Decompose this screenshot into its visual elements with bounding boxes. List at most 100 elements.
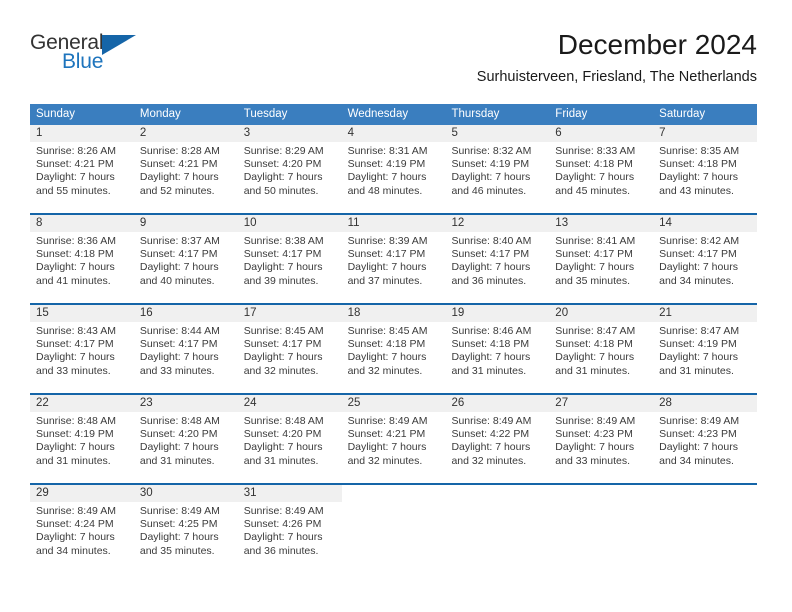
calendar-week-inner: 8 Sunrise: 8:36 AM Sunset: 4:18 PM Daylight…	[30, 215, 758, 303]
daylight-text-line2: and 32 minutes.	[347, 364, 423, 377]
daylight-text-line2: and 31 minutes.	[243, 454, 319, 467]
sunset-text: Sunset: 4:17 PM	[555, 248, 633, 261]
day-cell[interactable]: 20 Sunrise: 8:47 AM Sunset: 4:18 PM Dayligh…	[549, 305, 654, 393]
day-cell[interactable]: 1 Sunrise: 8:26 AM Sunset: 4:21 PM Daylight…	[30, 125, 134, 213]
sunrise-text: Sunrise: 8:48 AM	[243, 415, 324, 427]
day-details: Sunrise: 8:49 AM Sunset: 4:23 PM Daylight:…	[653, 412, 757, 468]
day-cell[interactable]: 7 Sunrise: 8:35 AM Sunset: 4:18 PM Daylight…	[653, 125, 758, 213]
day-cell[interactable]: 21 Sunrise: 8:47 AM Sunset: 4:19 PM Dayligh…	[653, 305, 758, 393]
day-number: 23	[133, 395, 238, 412]
sunset-text: Sunset: 4:21 PM	[347, 428, 426, 441]
sunrise-text: Sunrise: 8:47 AM	[659, 325, 740, 337]
day-details: Sunrise: 8:49 AM Sunset: 4:22 PM Daylight:…	[445, 412, 549, 468]
daylight-text-line1: Daylight: 7 hours	[36, 261, 115, 274]
sunset-text: Sunset: 4:19 PM	[347, 158, 426, 171]
day-number	[549, 485, 654, 502]
day-cell[interactable]: 23 Sunrise: 8:48 AM Sunset: 4:20 PM Dayligh…	[133, 395, 238, 483]
day-details	[653, 502, 757, 505]
daylight-text-line1: Daylight: 7 hours	[243, 531, 323, 544]
day-number: 25	[341, 395, 446, 412]
general-blue-logo[interactable]: General Blue	[30, 32, 210, 82]
day-cell[interactable]: 30 Sunrise: 8:49 AM Sunset: 4:25 PM Dayligh…	[133, 485, 238, 573]
day-number	[341, 485, 446, 502]
day-number	[653, 485, 758, 502]
day-number: 4	[341, 125, 446, 142]
daylight-text-line1: Daylight: 7 hours	[347, 441, 427, 454]
day-cell[interactable]: 3 Sunrise: 8:29 AM Sunset: 4:20 PM Daylight…	[237, 125, 342, 213]
sunset-text: Sunset: 4:17 PM	[36, 338, 114, 351]
day-cell-empty	[341, 485, 446, 573]
day-cell[interactable]: 11 Sunrise: 8:39 AM Sunset: 4:17 PM Dayligh…	[341, 215, 446, 303]
day-cell[interactable]: 27 Sunrise: 8:49 AM Sunset: 4:23 PM Dayligh…	[549, 395, 654, 483]
daylight-text-line2: and 31 minutes.	[36, 454, 111, 467]
day-cell[interactable]: 17 Sunrise: 8:45 AM Sunset: 4:17 PM Dayligh…	[237, 305, 342, 393]
day-number: 16	[133, 305, 238, 322]
calendar-week-row: 1 Sunrise: 8:26 AM Sunset: 4:21 PM Daylight…	[30, 125, 758, 213]
sunset-text: Sunset: 4:17 PM	[451, 248, 530, 261]
day-cell[interactable]: 9 Sunrise: 8:37 AM Sunset: 4:17 PM Daylight…	[133, 215, 238, 303]
day-cell[interactable]: 28 Sunrise: 8:49 AM Sunset: 4:23 PM Dayligh…	[653, 395, 758, 483]
sunrise-text: Sunrise: 8:28 AM	[139, 145, 220, 157]
daylight-text-line1: Daylight: 7 hours	[659, 261, 738, 274]
day-cell[interactable]: 26 Sunrise: 8:49 AM Sunset: 4:22 PM Dayligh…	[445, 395, 550, 483]
day-details: Sunrise: 8:48 AM Sunset: 4:19 PM Daylight:…	[30, 412, 134, 468]
day-details	[445, 502, 549, 505]
sunset-text: Sunset: 4:17 PM	[659, 248, 737, 261]
sunset-text: Sunset: 4:21 PM	[139, 158, 218, 171]
day-number: 21	[653, 305, 758, 322]
sunset-text: Sunset: 4:22 PM	[451, 428, 530, 441]
day-cell[interactable]: 25 Sunrise: 8:49 AM Sunset: 4:21 PM Dayligh…	[341, 395, 446, 483]
day-cell[interactable]: 22 Sunrise: 8:48 AM Sunset: 4:19 PM Dayligh…	[30, 395, 134, 483]
daylight-text-line2: and 43 minutes.	[659, 184, 734, 197]
day-cell[interactable]: 31 Sunrise: 8:49 AM Sunset: 4:26 PM Dayligh…	[237, 485, 342, 573]
day-number: 19	[445, 305, 550, 322]
day-cell[interactable]: 19 Sunrise: 8:46 AM Sunset: 4:18 PM Dayligh…	[445, 305, 550, 393]
day-number: 10	[237, 215, 342, 232]
title-block: December 2024 Surhuisterveen, Friesland,…	[477, 28, 757, 86]
daylight-text-line2: and 31 minutes.	[451, 364, 527, 377]
sunset-text: Sunset: 4:18 PM	[659, 158, 737, 171]
day-number: 27	[549, 395, 654, 412]
day-number: 12	[445, 215, 550, 232]
day-cell[interactable]: 10 Sunrise: 8:38 AM Sunset: 4:17 PM Dayligh…	[237, 215, 342, 303]
day-number: 5	[445, 125, 550, 142]
day-cell[interactable]: 8 Sunrise: 8:36 AM Sunset: 4:18 PM Daylight…	[30, 215, 134, 303]
day-cell[interactable]: 24 Sunrise: 8:48 AM Sunset: 4:20 PM Dayligh…	[237, 395, 342, 483]
day-details: Sunrise: 8:31 AM Sunset: 4:19 PM Daylight:…	[342, 142, 446, 198]
day-cell[interactable]: 4 Sunrise: 8:31 AM Sunset: 4:19 PM Daylight…	[341, 125, 446, 213]
daylight-text-line2: and 32 minutes.	[243, 364, 319, 377]
daylight-text-line1: Daylight: 7 hours	[451, 171, 531, 184]
day-cell[interactable]: 12 Sunrise: 8:40 AM Sunset: 4:17 PM Dayligh…	[445, 215, 550, 303]
day-cell[interactable]: 29 Sunrise: 8:49 AM Sunset: 4:24 PM Dayligh…	[30, 485, 134, 573]
day-cell[interactable]: 14 Sunrise: 8:42 AM Sunset: 4:17 PM Dayligh…	[653, 215, 758, 303]
daylight-text-line1: Daylight: 7 hours	[659, 441, 738, 454]
sunset-text: Sunset: 4:19 PM	[36, 428, 114, 441]
sunset-text: Sunset: 4:24 PM	[36, 518, 114, 531]
day-cell[interactable]: 6 Sunrise: 8:33 AM Sunset: 4:18 PM Daylight…	[549, 125, 654, 213]
sunset-text: Sunset: 4:17 PM	[243, 248, 322, 261]
sunrise-text: Sunrise: 8:42 AM	[659, 235, 740, 247]
weekday-header-wednesday: Wednesday	[347, 108, 409, 120]
sunrise-text: Sunrise: 8:40 AM	[451, 235, 532, 247]
day-details: Sunrise: 8:48 AM Sunset: 4:20 PM Daylight:…	[238, 412, 342, 468]
day-cell[interactable]: 16 Sunrise: 8:44 AM Sunset: 4:17 PM Dayligh…	[133, 305, 238, 393]
sunrise-text: Sunrise: 8:49 AM	[36, 505, 116, 517]
day-number: 7	[653, 125, 758, 142]
daylight-text-line2: and 31 minutes.	[659, 364, 734, 377]
day-details: Sunrise: 8:41 AM Sunset: 4:17 PM Daylight:…	[549, 232, 653, 288]
daylight-text-line2: and 34 minutes.	[659, 454, 734, 467]
sunrise-text: Sunrise: 8:36 AM	[36, 235, 116, 247]
day-details: Sunrise: 8:39 AM Sunset: 4:17 PM Daylight:…	[342, 232, 446, 288]
sunset-text: Sunset: 4:18 PM	[347, 338, 426, 351]
day-number: 28	[653, 395, 758, 412]
day-cell[interactable]: 2 Sunrise: 8:28 AM Sunset: 4:21 PM Daylight…	[133, 125, 238, 213]
weekday-header-monday: Monday	[139, 108, 181, 120]
day-cell[interactable]: 13 Sunrise: 8:41 AM Sunset: 4:17 PM Dayligh…	[549, 215, 654, 303]
day-number: 14	[653, 215, 758, 232]
sunrise-text: Sunrise: 8:31 AM	[347, 145, 428, 157]
day-cell[interactable]: 5 Sunrise: 8:32 AM Sunset: 4:19 PM Daylight…	[445, 125, 550, 213]
day-number: 3	[237, 125, 342, 142]
day-cell[interactable]: 15 Sunrise: 8:43 AM Sunset: 4:17 PM Dayligh…	[30, 305, 134, 393]
day-cell[interactable]: 18 Sunrise: 8:45 AM Sunset: 4:18 PM Dayligh…	[341, 305, 446, 393]
day-details: Sunrise: 8:49 AM Sunset: 4:23 PM Daylight:…	[549, 412, 653, 468]
